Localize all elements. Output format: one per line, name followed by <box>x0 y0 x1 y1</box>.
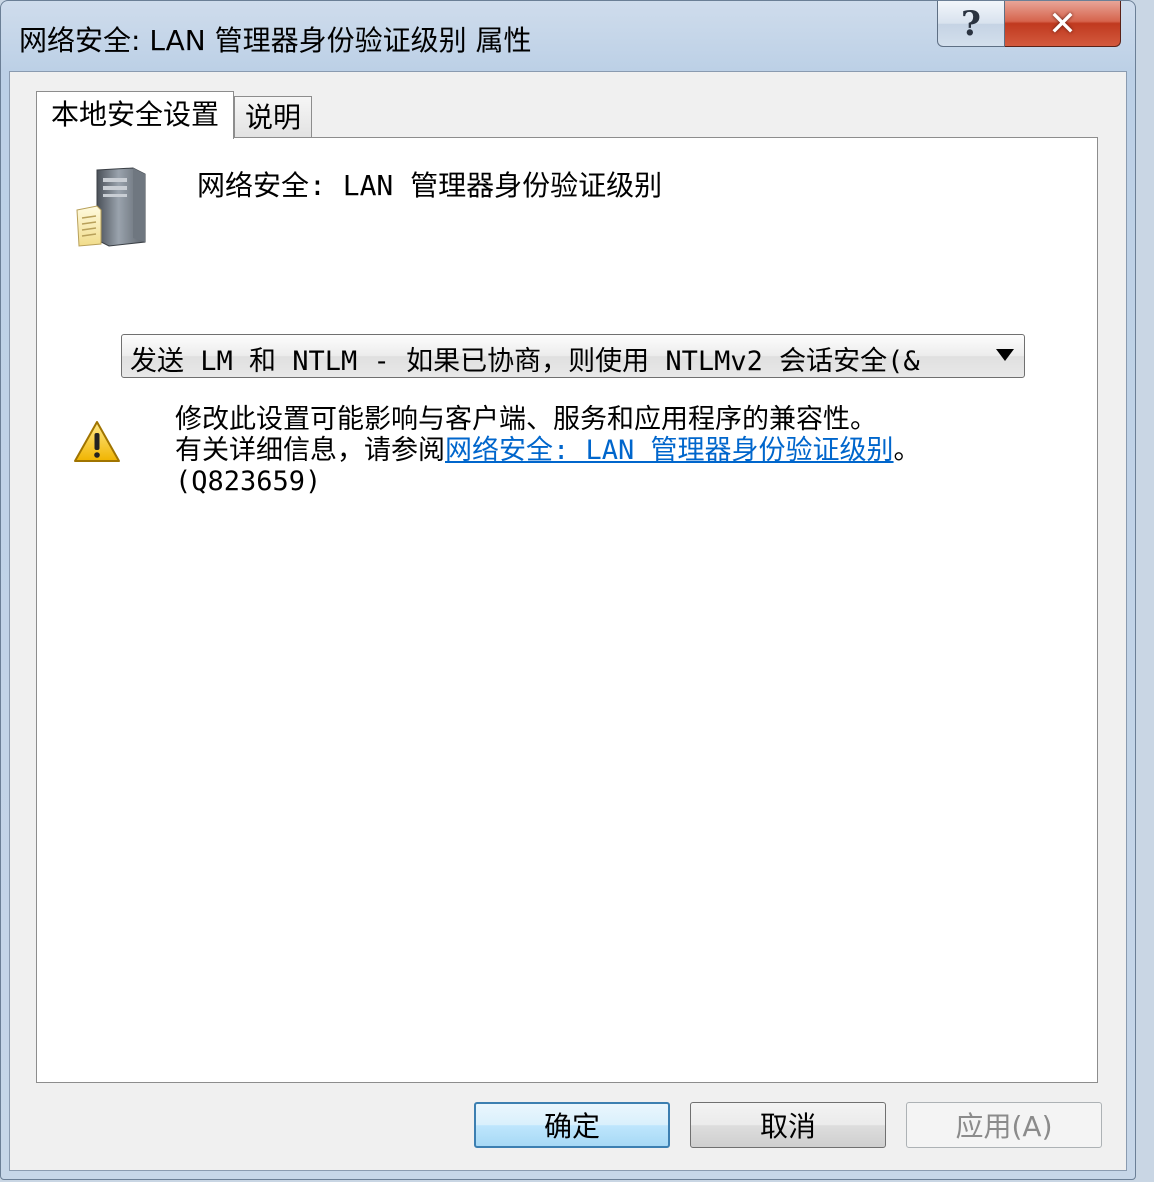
warning-line-2-prefix: 有关详细信息，请参阅 <box>175 435 445 466</box>
apply-button[interactable]: 应用(A) <box>906 1102 1102 1148</box>
ok-button[interactable]: 确定 <box>474 1102 670 1148</box>
tab-local-security-setting[interactable]: 本地安全设置 <box>36 91 235 139</box>
warning-icon <box>74 421 120 462</box>
policy-help-link[interactable]: 网络安全: LAN 管理器身份验证级别 <box>445 435 894 466</box>
cancel-button[interactable]: 取消 <box>690 1102 886 1148</box>
tab-panel: 网络安全: LAN 管理器身份验证级别 发送 LM 和 NTLM - 如果已协商… <box>36 137 1098 1083</box>
compatibility-warning: 修改此设置可能影响与客户端、服务和应用程序的兼容性。 有关详细信息，请参阅网络安… <box>175 404 1075 497</box>
help-button[interactable]: ? <box>937 1 1005 47</box>
auth-level-dropdown[interactable]: 发送 LM 和 NTLM - 如果已协商，则使用 NTLMv2 会话安全(& <box>121 334 1025 378</box>
chevron-down-icon[interactable] <box>996 349 1014 361</box>
title-bar[interactable]: 网络安全: LAN 管理器身份验证级别 属性 ? ✕ <box>1 1 1135 71</box>
window-title: 网络安全: LAN 管理器身份验证级别 属性 <box>19 24 532 57</box>
help-icon: ? <box>961 3 981 44</box>
tab-explain[interactable]: 说明 <box>234 96 313 138</box>
tab-strip: 本地安全设置 说明 <box>36 90 313 139</box>
close-icon: ✕ <box>1048 3 1077 44</box>
warning-kb-reference: (Q823659) <box>175 466 322 497</box>
policy-name: 网络安全: LAN 管理器身份验证级别 <box>197 169 663 202</box>
properties-dialog: 网络安全: LAN 管理器身份验证级别 属性 ? ✕ 本地安全设置 说明 网络安… <box>0 0 1136 1180</box>
title-buttons: ? ✕ <box>937 1 1121 49</box>
server-document-icon <box>76 167 146 247</box>
dialog-client-area: 本地安全设置 说明 网络安全: LAN 管理器身份验证级别 发送 LM 和 NT… <box>9 71 1127 1171</box>
close-button[interactable]: ✕ <box>1005 1 1121 47</box>
warning-line-1: 修改此设置可能影响与客户端、服务和应用程序的兼容性。 <box>175 404 877 435</box>
warning-line-2-suffix: 。 <box>893 435 921 466</box>
dropdown-selected-value: 发送 LM 和 NTLM - 如果已协商，则使用 NTLMv2 会话安全(& <box>130 346 920 377</box>
warning-line-2: 有关详细信息，请参阅网络安全: LAN 管理器身份验证级别。 <box>175 435 1075 466</box>
